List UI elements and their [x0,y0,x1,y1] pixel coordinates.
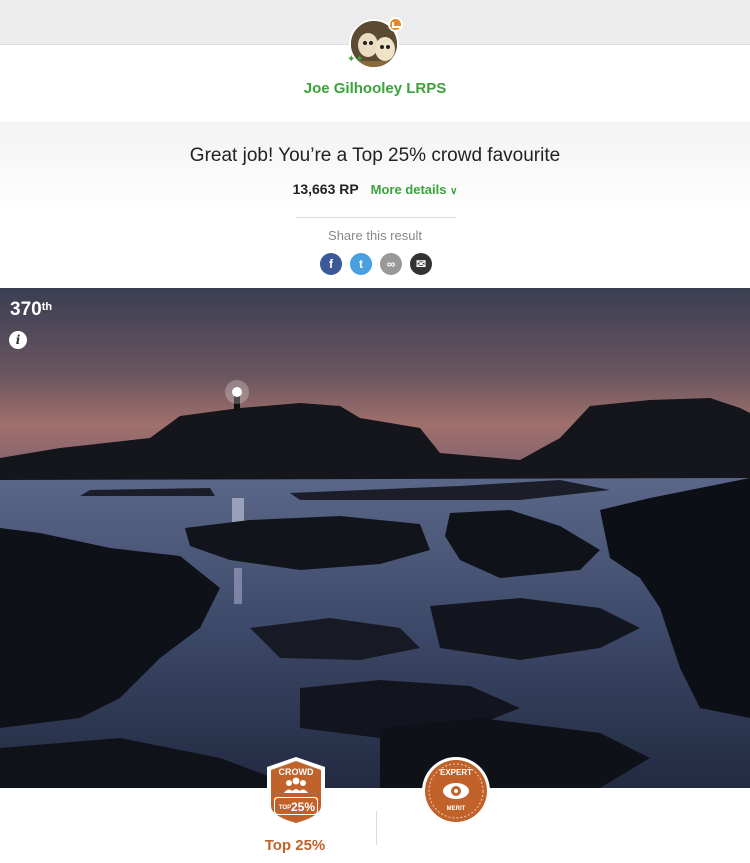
rank-label: 370th [10,299,52,321]
result-headline: Great job! You’re a Top 25% crowd favour… [189,145,561,166]
crowd-badge[interactable]: CROWD TOP 25% [263,755,329,829]
chevron-down-icon: ∨ [450,186,458,197]
badges-bar [0,788,750,863]
reward-points: 13,663 RP [292,181,359,197]
crowd-badge-small: TOP [279,805,291,811]
expert-badge[interactable]: EXPERT MERIT [421,756,491,826]
link-icon[interactable]: ∞ [380,253,402,275]
share-icons: f t ∞ ✉ [320,253,440,275]
rank-number: 370 [10,299,42,320]
twitter-icon[interactable]: t [350,253,372,275]
avatar[interactable]: ✦✦ [347,17,403,71]
facebook-icon[interactable]: f [320,253,342,275]
share-label: Share this result [328,228,422,243]
divider [296,217,456,218]
rank-suffix: th [41,301,53,313]
info-icon[interactable]: i [9,331,27,349]
more-details-link[interactable]: More details ∨ [371,182,458,197]
more-details-label: More details [370,182,447,197]
crowd-badge-label: Top 25% [264,837,326,854]
star-icon: ✦✦ [347,54,364,65]
email-icon[interactable]: ✉ [410,253,432,275]
result-panel: Great job! You’re a Top 25% crowd favour… [0,122,750,288]
crowd-badge-value: 25% [291,800,315,814]
expert-badge-title: EXPERT [440,768,472,777]
badge-divider [376,811,377,845]
username[interactable]: Joe Gilhooley LRPS [0,80,750,97]
crowd-badge-title: CROWD [279,767,314,777]
points-row: 13,663 RP More details ∨ [0,181,750,197]
crown-icon [388,17,403,32]
expert-badge-sub: MERIT [447,806,466,812]
submitted-photo[interactable] [0,288,750,788]
